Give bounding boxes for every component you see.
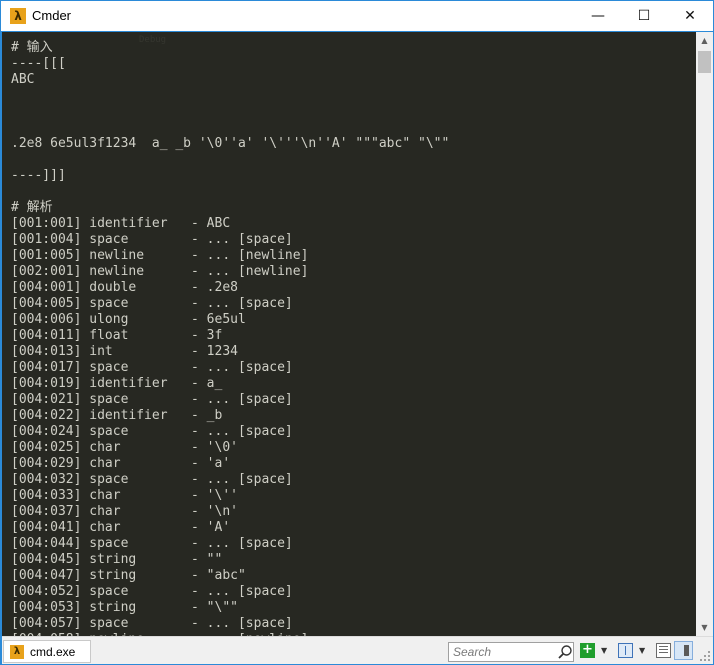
lambda-app-icon[interactable]: λ	[10, 8, 26, 24]
console-line: [004:029] char - 'a'	[11, 456, 231, 471]
scroll-thumb[interactable]	[698, 51, 711, 73]
console-line: .2e8 6e5ul3f1234 a_ _b '\0''a' '\'''\n''…	[11, 136, 450, 151]
console-line: ABC	[11, 72, 35, 87]
console-output[interactable]: Debug # 输入 ----[[[ ABC .2e8 6e5ul3f1234 …	[2, 32, 696, 636]
console-line: [004:057] space - ... [space]	[11, 616, 293, 631]
split-view-icon[interactable]	[618, 643, 633, 658]
console-line: [004:019] identifier - a_	[11, 376, 223, 391]
search-icon[interactable]	[557, 644, 573, 660]
search-input[interactable]: Search	[448, 642, 574, 662]
console-text: # 输入 ----[[[ ABC .2e8 6e5ul3f1234 a_ _b …	[11, 40, 449, 636]
console-line: [004:005] space - ... [space]	[11, 296, 293, 311]
toggle-panel-icon[interactable]	[674, 641, 693, 660]
console-line: [004:053] string - "\""	[11, 600, 238, 615]
console-line: [002:001] newline - ... [newline]	[11, 264, 309, 279]
console-line: [004:017] space - ... [space]	[11, 360, 293, 375]
lambda-tab-icon: λ	[10, 645, 24, 659]
console-line: [004:011] float - 3f	[11, 328, 223, 343]
console-line: # 解析	[11, 200, 53, 215]
console-line: [004:013] int - 1234	[11, 344, 238, 359]
console-line: [001:001] identifier - ABC	[11, 216, 231, 231]
console-line: # 输入	[11, 40, 53, 55]
console-line: [001:004] space - ... [space]	[11, 232, 293, 247]
split-dropdown-icon[interactable]: ▼	[639, 646, 645, 655]
console-line: [004:022] identifier - _b	[11, 408, 223, 423]
console-line: [004:024] space - ... [space]	[11, 424, 293, 439]
resize-grip-icon[interactable]	[699, 650, 711, 662]
minimize-button[interactable]: —	[575, 1, 621, 31]
scroll-down-icon[interactable]: ▼	[696, 619, 713, 636]
close-button[interactable]: ✕	[667, 1, 713, 31]
console-line: [004:025] char - '\0'	[11, 440, 238, 455]
status-bar: λ cmd.exe Search + ▼ ▼	[2, 636, 713, 664]
console-line: ----]]]	[11, 168, 66, 183]
window-title: Cmder	[32, 8, 72, 23]
console-line: [001:005] newline - ... [newline]	[11, 248, 309, 263]
console-line: [004:006] ulong - 6e5ul	[11, 312, 246, 327]
console-line: [004:052] space - ... [space]	[11, 584, 293, 599]
tab-label: cmd.exe	[30, 645, 76, 659]
console-line: [004:032] space - ... [space]	[11, 472, 293, 487]
console-line: [004:045] string - ""	[11, 552, 223, 567]
console-line: [004:033] char - '\''	[11, 488, 238, 503]
console-line: [004:037] char - '\n'	[11, 504, 238, 519]
console-line: [004:047] string - "abc"	[11, 568, 246, 583]
new-console-plus-icon[interactable]: +	[580, 643, 595, 658]
vertical-scrollbar[interactable]: ▲ ▼	[696, 32, 713, 636]
maximize-button[interactable]: ☐	[621, 1, 667, 31]
cmder-window: λ Cmder — ☐ ✕ Debug # 输入 ----[[[ ABC .2e…	[0, 0, 714, 665]
new-console-dropdown-icon[interactable]: ▼	[601, 646, 607, 655]
console-line: [004:041] char - 'A'	[11, 520, 231, 535]
console-tab-cmd[interactable]: λ cmd.exe	[3, 640, 91, 663]
console-line: ----[[[	[11, 56, 66, 71]
console-line: [004:001] double - .2e8	[11, 280, 238, 295]
console-line: [004:044] space - ... [space]	[11, 536, 293, 551]
list-panel-icon[interactable]	[656, 643, 671, 658]
scroll-up-icon[interactable]: ▲	[696, 32, 713, 49]
console-line: [004:021] space - ... [space]	[11, 392, 293, 407]
title-bar[interactable]: λ Cmder — ☐ ✕	[1, 1, 713, 31]
